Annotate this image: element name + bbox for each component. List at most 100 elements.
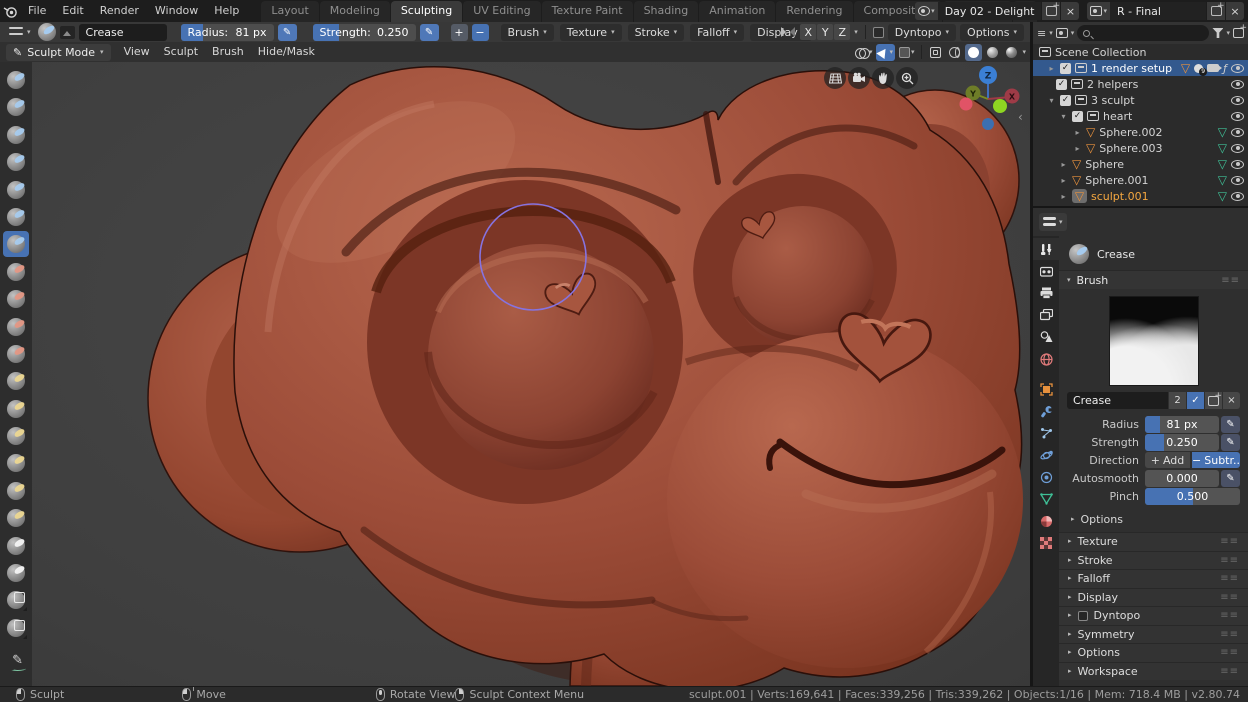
- workspace-tab[interactable]: Rendering: [776, 1, 853, 22]
- viewport-menu-item[interactable]: View: [117, 42, 157, 62]
- outliner-row-heart[interactable]: ▾ ✓ heart: [1033, 108, 1248, 124]
- expander-icon[interactable]: ▸: [1059, 160, 1068, 169]
- settings-dropdown[interactable]: Brush ▾: [500, 23, 554, 41]
- tab-object[interactable]: [1033, 378, 1059, 400]
- mode-selector[interactable]: ✎ Sculpt Mode ▾: [6, 43, 111, 61]
- options-dropdown[interactable]: Options ▾: [960, 23, 1024, 41]
- outliner-row-scene-collection[interactable]: Scene Collection: [1033, 44, 1248, 60]
- tool-button[interactable]: [3, 286, 29, 312]
- expander-icon[interactable]: ▾: [1059, 112, 1068, 121]
- users-count-button[interactable]: 2: [1169, 392, 1186, 409]
- outliner-row-sculpt-001[interactable]: ▸ ▽ sculpt.001 ▽: [1033, 188, 1248, 204]
- brush-panel-header[interactable]: ▾ Brush ≡≡: [1059, 270, 1248, 289]
- sculpt-model-monkey-head[interactable]: [46, 62, 1030, 686]
- view-layer-copy-button[interactable]: [1207, 1, 1225, 20]
- panel-header[interactable]: ▸ Display ≡≡: [1059, 587, 1248, 606]
- hide-toggle-icon[interactable]: [1231, 111, 1244, 121]
- outliner-row-sculpt-collection[interactable]: ▾ ✓ 3 sculpt: [1033, 92, 1248, 108]
- brush-preview-thumbnail[interactable]: [1108, 296, 1199, 386]
- tab-particles[interactable]: [1033, 422, 1059, 444]
- pinch-slider[interactable]: 0.500: [1145, 487, 1240, 505]
- panel-header[interactable]: ▸ Workspace ≡≡: [1059, 661, 1248, 680]
- duplicate-datablock-button[interactable]: [1205, 391, 1222, 409]
- brush-name-field[interactable]: Crease: [1067, 392, 1168, 409]
- tool-button[interactable]: [3, 341, 29, 367]
- tool-button[interactable]: [3, 231, 29, 258]
- tool-button[interactable]: [3, 94, 29, 120]
- outliner-row-sphere[interactable]: ▸ ▽ Sphere ▽: [1033, 156, 1248, 172]
- tab-world[interactable]: [1033, 348, 1059, 370]
- autosmooth-pressure-toggle[interactable]: ✎: [1221, 469, 1240, 487]
- outliner-row-helpers[interactable]: ✓ 2 helpers: [1033, 76, 1248, 92]
- panel-header[interactable]: ▸ Options ≡≡: [1059, 643, 1248, 662]
- shading-solid-button[interactable]: [965, 43, 983, 61]
- radius-slider[interactable]: Radius: 81 px: [180, 23, 274, 41]
- outliner-row-sphere-003[interactable]: ▸ ▽ Sphere.003 ▽: [1033, 140, 1248, 156]
- tool-button[interactable]: [3, 259, 29, 285]
- shading-material-button[interactable]: [984, 44, 1001, 61]
- hide-toggle-icon[interactable]: [1231, 79, 1244, 89]
- panel-header[interactable]: ▸ Symmetry ≡≡: [1059, 624, 1248, 643]
- axis-navigation-gizmo[interactable]: Z Y X: [951, 62, 1027, 144]
- tab-texture[interactable]: [1033, 532, 1059, 554]
- tool-button[interactable]: [3, 177, 29, 203]
- expander-icon[interactable]: ▾: [1047, 96, 1056, 105]
- tab-tool[interactable]: [1033, 238, 1059, 260]
- new-collection-icon[interactable]: [1233, 23, 1247, 38]
- panel-header[interactable]: ▸ Falloff ≡≡: [1059, 569, 1248, 588]
- direction-add-button[interactable]: + Add: [1145, 452, 1191, 468]
- shading-wireframe-button[interactable]: [946, 44, 963, 61]
- tab-material[interactable]: [1033, 510, 1059, 532]
- direction-subtract-toggle[interactable]: −: [471, 23, 489, 41]
- tool-button[interactable]: [3, 650, 29, 676]
- tool-button[interactable]: [3, 204, 29, 230]
- expander-icon[interactable]: ▸: [1059, 192, 1068, 201]
- toggle-perspective-button[interactable]: [824, 67, 846, 89]
- unlink-datablock-button[interactable]: ×: [1223, 392, 1240, 409]
- outliner-row-sphere-002[interactable]: ▸ ▽ Sphere.002 ▽: [1033, 124, 1248, 140]
- mirror-axis-toggle[interactable]: X: [800, 24, 817, 40]
- show-gizmo-toggle[interactable]: ▾: [876, 43, 895, 61]
- hide-toggle-icon[interactable]: [1231, 127, 1244, 137]
- tab-modifiers[interactable]: [1033, 400, 1059, 422]
- panel-header[interactable]: ▸ Texture ≡≡: [1059, 532, 1248, 551]
- radius-pressure-toggle[interactable]: ✎: [1221, 415, 1240, 433]
- workspace-tab[interactable]: Sculpting: [390, 1, 463, 22]
- direction-add-toggle[interactable]: +: [450, 23, 468, 41]
- brush-name-field[interactable]: Crease: [78, 23, 167, 41]
- editor-type-button[interactable]: ▾: [1039, 213, 1067, 231]
- scene-copy-button[interactable]: [1042, 1, 1061, 20]
- expander-icon[interactable]: ▸: [1059, 176, 1068, 185]
- collection-checkbox[interactable]: ✓: [1060, 94, 1071, 106]
- workspace-tab[interactable]: Animation: [699, 1, 776, 22]
- settings-dropdown[interactable]: Texture ▾: [559, 23, 622, 41]
- tool-button[interactable]: [3, 314, 29, 340]
- sidebar-collapse-arrow[interactable]: ‹: [1018, 110, 1023, 124]
- show-overlays-toggle[interactable]: ▾: [853, 44, 875, 61]
- scene-delete-button[interactable]: ×: [1061, 2, 1080, 20]
- tab-physics[interactable]: [1033, 444, 1059, 466]
- options-subpanel-header[interactable]: ▸ Options: [1059, 510, 1248, 528]
- tool-button[interactable]: [3, 505, 29, 531]
- menu-item[interactable]: Help: [206, 0, 247, 22]
- menu-item[interactable]: Render: [92, 0, 147, 22]
- autosmooth-slider[interactable]: 0.000: [1145, 469, 1219, 487]
- collection-checkbox[interactable]: ✓: [1060, 62, 1071, 74]
- editor-type-icon[interactable]: ≡: [1037, 28, 1046, 39]
- tool-button[interactable]: [3, 368, 29, 394]
- hide-toggle-icon[interactable]: [1231, 191, 1244, 201]
- direction-subtract-button[interactable]: − Subtr..: [1192, 452, 1240, 468]
- outliner-search-input[interactable]: [1077, 25, 1210, 41]
- radius-pressure-toggle[interactable]: ✎: [277, 23, 297, 41]
- tool-button[interactable]: [3, 396, 29, 422]
- menu-item[interactable]: Window: [147, 0, 206, 22]
- scene-icon[interactable]: ▾: [915, 2, 938, 20]
- view-layer-delete-button[interactable]: ×: [1226, 2, 1244, 20]
- panel-header[interactable]: ▸ Stroke ≡≡: [1059, 550, 1248, 569]
- tab-render[interactable]: [1033, 260, 1059, 282]
- tool-button[interactable]: [3, 615, 29, 641]
- mirror-axis-toggle[interactable]: Z: [834, 24, 851, 40]
- menu-item[interactable]: File: [20, 0, 54, 22]
- viewport-menu-item[interactable]: Sculpt: [157, 42, 205, 62]
- tool-button[interactable]: [3, 587, 29, 613]
